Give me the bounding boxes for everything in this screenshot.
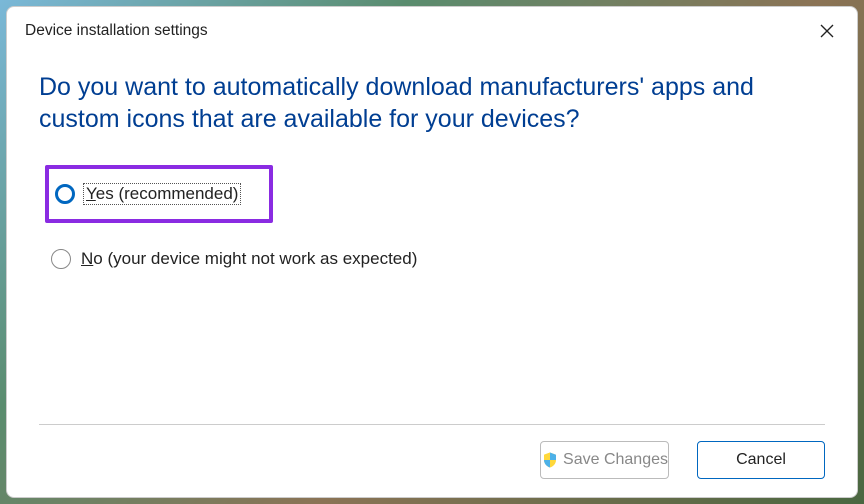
shield-icon — [541, 451, 559, 469]
option-no-label: No (your device might not work as expect… — [81, 249, 417, 269]
radio-group: Yes (recommended) No (your device might … — [45, 165, 825, 273]
radio-no[interactable] — [51, 249, 71, 269]
close-button[interactable] — [813, 17, 841, 45]
cancel-button-label: Cancel — [736, 451, 786, 469]
dialog-content: Do you want to automatically download ma… — [7, 51, 857, 424]
option-yes-label: Yes (recommended) — [83, 183, 241, 205]
save-button-label: Save Changes — [563, 451, 668, 469]
option-no[interactable]: No (your device might not work as expect… — [45, 245, 825, 273]
save-changes-button[interactable]: Save Changes — [540, 441, 669, 479]
radio-yes[interactable] — [55, 184, 75, 204]
close-icon — [819, 23, 835, 39]
dialog-title: Device installation settings — [25, 22, 208, 40]
cancel-button[interactable]: Cancel — [697, 441, 825, 479]
dialog-footer: Save Changes Cancel — [7, 425, 857, 497]
titlebar: Device installation settings — [7, 7, 857, 51]
option-yes[interactable]: Yes (recommended) — [45, 165, 273, 223]
device-installation-dialog: Device installation settings Do you want… — [6, 6, 858, 498]
dialog-heading: Do you want to automatically download ma… — [39, 71, 825, 135]
